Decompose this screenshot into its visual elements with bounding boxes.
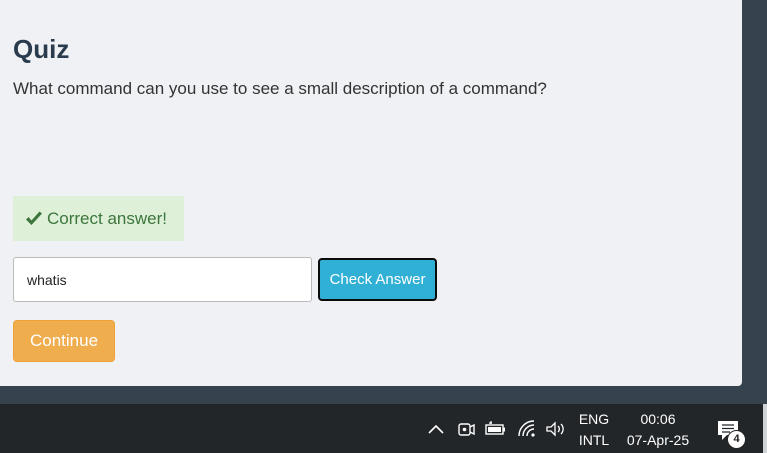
- show-desktop-button[interactable]: [763, 404, 767, 453]
- checkmark-icon: [26, 211, 42, 225]
- meet-now-icon[interactable]: [455, 418, 477, 440]
- answer-input[interactable]: [13, 257, 312, 302]
- volume-icon[interactable]: [544, 418, 566, 440]
- keyboard-layout: INTL: [578, 432, 610, 448]
- continue-button[interactable]: Continue: [13, 320, 115, 362]
- quiz-page: Quiz What command can you use to see a s…: [0, 0, 742, 386]
- check-answer-button[interactable]: Check Answer: [318, 258, 437, 301]
- taskbar: ENG INTL 00:06 07-Apr-25 4: [0, 404, 767, 453]
- page-title: Quiz: [13, 34, 70, 64]
- success-alert: Correct answer!: [13, 196, 184, 241]
- question-text: What command can you use to see a small …: [13, 79, 547, 98]
- battery-icon[interactable]: [484, 418, 506, 440]
- feedback-text: Correct answer!: [47, 208, 167, 228]
- clock-date: 07-Apr-25: [626, 432, 690, 448]
- clock-time: 00:06: [640, 411, 676, 427]
- language-indicator[interactable]: ENG INTL: [576, 409, 612, 451]
- notification-count-badge: 4: [727, 430, 746, 449]
- wifi-icon[interactable]: [516, 418, 538, 440]
- clock[interactable]: 00:06 07-Apr-25: [620, 409, 696, 451]
- language-code: ENG: [578, 411, 610, 427]
- chevron-up-icon[interactable]: [425, 418, 447, 440]
